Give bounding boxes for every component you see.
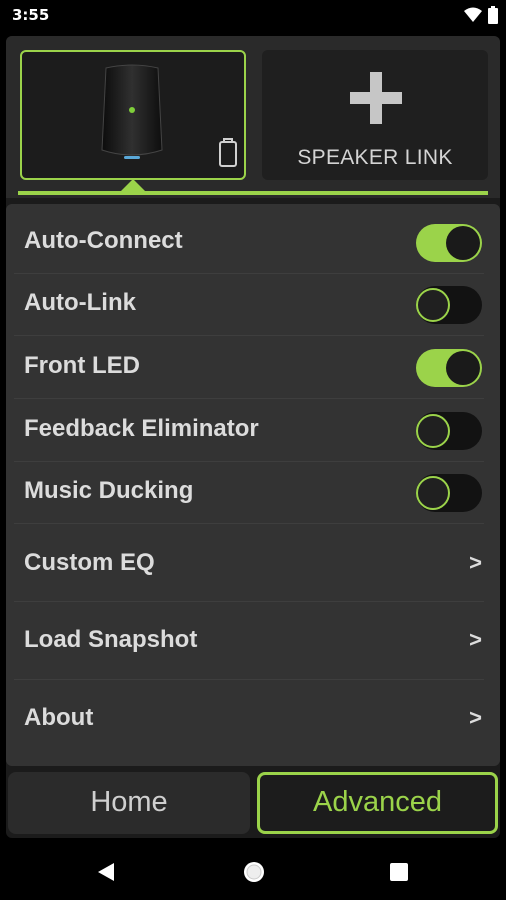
tab-home[interactable]: Home: [8, 772, 250, 834]
recents-icon[interactable]: [390, 863, 408, 881]
toggle-knob: [446, 351, 480, 385]
selection-pointer: [121, 179, 145, 191]
status-time: 3:55: [12, 6, 50, 24]
settings-panel: Auto-Connect Auto-Link Front LED Feedbac…: [6, 204, 500, 766]
bottom-tabs: Home Advanced: [6, 772, 500, 836]
feedback-eliminator-toggle[interactable]: [416, 412, 482, 450]
battery-icon: [488, 6, 498, 24]
menu-item-label: Custom EQ: [24, 549, 155, 576]
setting-row-auto-link[interactable]: Auto-Link: [14, 274, 484, 336]
menu-item-about[interactable]: About >: [14, 680, 484, 758]
plus-icon: [350, 72, 402, 124]
tab-advanced[interactable]: Advanced: [257, 772, 498, 834]
status-bar: 3:55: [0, 0, 506, 32]
setting-label: Auto-Connect: [24, 227, 183, 254]
speaker-link-label: SPEAKER LINK: [297, 146, 453, 169]
setting-label: Feedback Eliminator: [24, 415, 259, 442]
speaker-bar: SPEAKER LINK: [6, 36, 500, 198]
setting-row-music-ducking[interactable]: Music Ducking: [14, 462, 484, 524]
setting-row-auto-connect[interactable]: Auto-Connect: [14, 212, 484, 274]
setting-label: Front LED: [24, 352, 140, 379]
setting-row-front-led[interactable]: Front LED: [14, 336, 484, 399]
battery-icon: [219, 138, 237, 167]
back-icon[interactable]: [96, 862, 116, 882]
menu-item-label: Load Snapshot: [24, 626, 198, 653]
menu-item-load-snapshot[interactable]: Load Snapshot >: [14, 602, 484, 680]
setting-row-feedback-eliminator[interactable]: Feedback Eliminator: [14, 399, 484, 462]
auto-connect-toggle[interactable]: [416, 224, 482, 262]
toggle-knob: [416, 414, 450, 448]
toggle-knob: [416, 288, 450, 322]
status-icons: [464, 6, 498, 24]
chevron-right-icon: >: [469, 627, 482, 652]
wifi-icon: [464, 7, 482, 22]
music-ducking-toggle[interactable]: [416, 474, 482, 512]
home-icon[interactable]: [242, 860, 266, 884]
auto-link-toggle[interactable]: [416, 286, 482, 324]
speaker-tile[interactable]: [20, 50, 246, 180]
speaker-link-button[interactable]: SPEAKER LINK: [262, 50, 488, 180]
selection-bar: [18, 191, 488, 195]
menu-item-custom-eq[interactable]: Custom EQ >: [14, 524, 484, 602]
menu-item-label: About: [24, 704, 94, 731]
chevron-right-icon: >: [469, 550, 482, 575]
front-led-toggle[interactable]: [416, 349, 482, 387]
chevron-right-icon: >: [469, 705, 482, 730]
setting-label: Music Ducking: [24, 477, 194, 504]
app-window: SPEAKER LINK Auto-Connect Auto-Link Fron…: [6, 36, 500, 838]
system-nav-bar: [0, 842, 506, 900]
setting-label: Auto-Link: [24, 289, 136, 316]
toggle-knob: [416, 476, 450, 510]
speaker-icon: [101, 64, 163, 159]
toggle-knob: [446, 226, 480, 260]
